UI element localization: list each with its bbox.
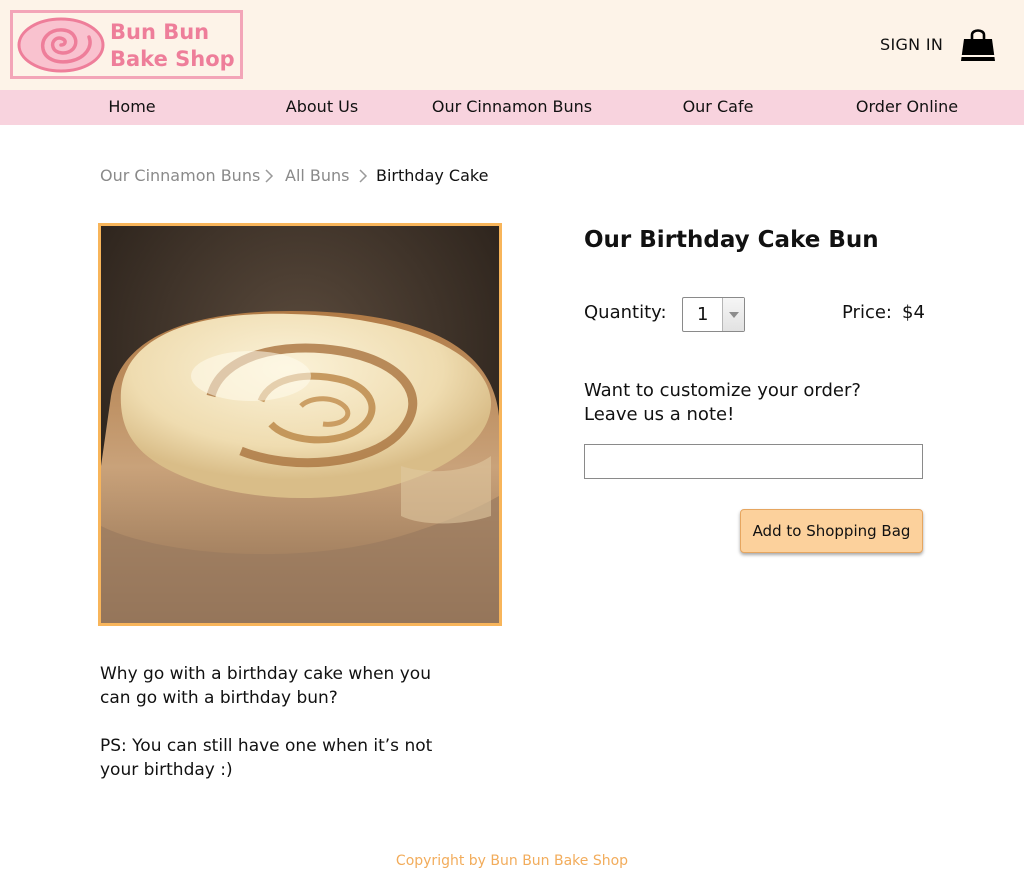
product-description: Why go with a birthday cake when you can… (100, 662, 460, 710)
description-line: your birthday :) (100, 760, 233, 780)
breadcrumb-our-cinnamon-buns[interactable]: Our Cinnamon Buns (100, 166, 260, 185)
chevron-right-icon (359, 169, 368, 183)
chevron-down-icon[interactable] (722, 298, 744, 331)
footer-copyright: Copyright by Bun Bun Bake Shop (395, 853, 629, 869)
note-input[interactable] (584, 444, 923, 479)
chevron-right-icon (265, 169, 274, 183)
breadcrumb-birthday-cake: Birthday Cake (376, 166, 489, 185)
description-line: Why go with a birthday cake when you (100, 664, 431, 684)
sign-in-link[interactable]: SIGN IN (880, 35, 943, 54)
note-label: Want to customize your order? Leave us a… (584, 379, 861, 427)
logo-line-1: Bun Bun (110, 20, 210, 44)
site-logo[interactable]: Bun Bun Bake Shop (10, 10, 243, 79)
quantity-label: Quantity: (584, 302, 667, 323)
nav-item-about-us[interactable]: About Us (262, 90, 382, 125)
nav-item-order-online[interactable]: Order Online (842, 90, 972, 125)
logo-wordmark: Bun Bun Bake Shop (110, 19, 235, 73)
description-line: PS: You can still have one when it’s not (100, 736, 433, 756)
shopping-bag-icon[interactable] (959, 26, 997, 64)
nav-item-home[interactable]: Home (82, 90, 182, 125)
product-title: Our Birthday Cake Bun (584, 227, 879, 253)
note-label-line-2: Leave us a note! (584, 404, 735, 425)
note-label-line-1: Want to customize your order? (584, 380, 861, 401)
quantity-value: 1 (697, 304, 709, 325)
site-header: Bun Bun Bake Shop SIGN IN (0, 0, 1024, 90)
add-to-shopping-bag-button[interactable]: Add to Shopping Bag (740, 509, 923, 553)
nav-item-our-cafe[interactable]: Our Cafe (668, 90, 768, 125)
cinnamon-roll-logo-icon (17, 17, 105, 73)
nav-item-our-cinnamon-buns[interactable]: Our Cinnamon Buns (422, 90, 602, 125)
product-description-ps: PS: You can still have one when it’s not… (100, 734, 460, 782)
product-photo (98, 223, 502, 626)
price-value: $4 (902, 302, 925, 323)
logo-line-2: Bake Shop (110, 47, 235, 71)
breadcrumb-all-buns[interactable]: All Buns (285, 166, 350, 185)
description-line: can go with a birthday bun? (100, 688, 338, 708)
price-label: Price: (842, 302, 892, 323)
main-nav: Home About Us Our Cinnamon Buns Our Cafe… (0, 90, 1024, 125)
quantity-select[interactable]: 1 (682, 297, 745, 332)
cinnamon-bun-image (101, 226, 499, 623)
